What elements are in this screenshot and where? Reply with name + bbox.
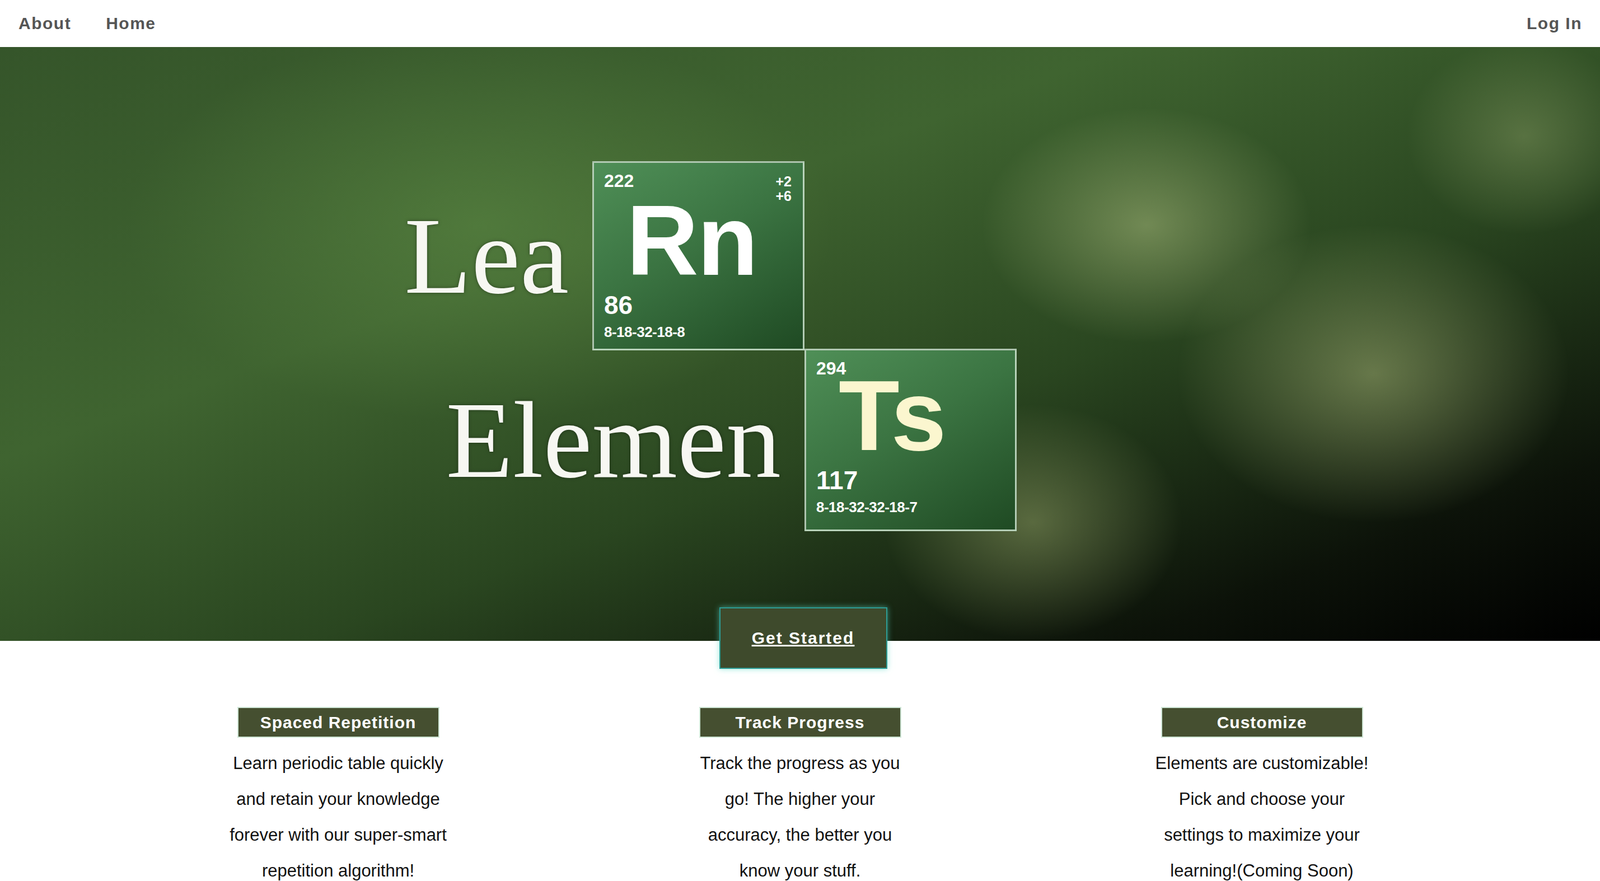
feature-card: Track Progress Track the progress as you … <box>569 707 1032 881</box>
element-tile: 294Ts1178-18-32-32-18-7 <box>804 348 1017 532</box>
element-symbol: Rn <box>604 195 792 286</box>
charge: +2 <box>775 174 792 189</box>
electron-config: 8-18-32-18-8 <box>604 323 792 341</box>
atomic-number: 117 <box>816 465 1004 496</box>
logo-row: Elemen294Ts1178-18-32-32-18-7 <box>326 348 1017 532</box>
atomic-mass: 222 <box>604 170 634 192</box>
landing-page: About Home Log In Lea 222 +2+6Rn86 8-18-32-18-… <box>0 0 1600 881</box>
nav-links: About Home <box>18 13 157 34</box>
get-started-button[interactable]: Get Started <box>719 607 888 669</box>
logo-word: Lea <box>404 200 569 311</box>
features: Spaced Repetition Learn periodic table qu… <box>0 707 1600 881</box>
feature-title: Spaced Repetition <box>237 707 440 738</box>
nav-link[interactable]: Home <box>105 13 156 34</box>
smoke-image <box>844 47 1600 642</box>
login-link[interactable]: Log In <box>1526 13 1583 34</box>
logo: Lea222+2+6Rn868-18-32-18-8Elemen294Ts117… <box>326 161 1017 532</box>
atomic-number: 86 <box>604 289 792 321</box>
feature-text: Learn periodic table quickly and retain … <box>226 745 451 881</box>
top-nav: About Home Log In <box>0 0 1600 48</box>
logo-row: Lea 222 +2+6Rn86 8-18-32-18-8 <box>326 161 1017 351</box>
element-symbol: Ts <box>816 371 1004 461</box>
charges: +2+6 <box>775 174 792 204</box>
feature-text: Track the progress as you go! The higher… <box>688 745 912 881</box>
feature-text: Elements are customizable! Pick and choo… <box>1149 745 1374 881</box>
hero: Lea222+2+6Rn868-18-32-18-8Elemen294Ts117… <box>0 47 1600 642</box>
nav-link[interactable]: About <box>18 13 72 34</box>
logo-word: Elemen <box>445 385 781 495</box>
element-tile: 222 +2+6Rn86 8-18-32-18-8 <box>592 161 805 351</box>
electron-config: 8-18-32-32-18-7 <box>816 498 1004 517</box>
charge: +6 <box>775 188 792 204</box>
cta-wrap: Get Started <box>0 607 1600 669</box>
feature-card: Spaced Repetition Learn periodic table qu… <box>107 707 570 881</box>
feature-card: Customize Elements are customizable! Pick… <box>1031 707 1494 881</box>
feature-title: Customize <box>1161 707 1364 738</box>
feature-title: Track Progress <box>699 707 902 738</box>
